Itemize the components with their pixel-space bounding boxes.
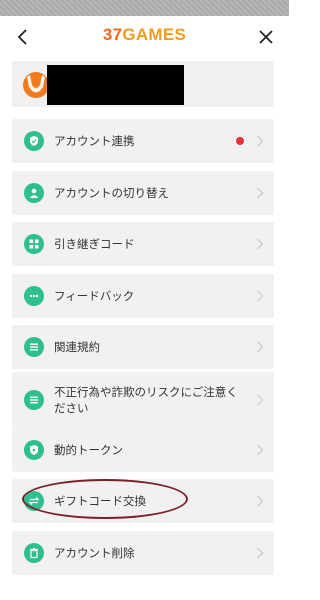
chevron-right-icon <box>257 135 264 147</box>
menu-item-account-switch[interactable]: アカウントの切り替え <box>12 171 274 215</box>
menu-item-label: ギフトコード交換 <box>54 494 146 508</box>
menu-item-label: 関連規約 <box>54 340 100 354</box>
status-bar <box>0 0 289 16</box>
chat-dots-icon <box>24 286 44 306</box>
header: 37GAMES <box>0 16 289 58</box>
list-icon <box>24 337 44 357</box>
chevron-right-icon <box>257 187 264 199</box>
menu-item-terms[interactable]: 関連規約 <box>12 325 274 369</box>
chevron-right-icon <box>257 444 264 456</box>
menu-item-account-link[interactable]: アカウント連携 <box>12 119 274 163</box>
list-icon <box>24 390 44 410</box>
chevron-right-icon <box>257 238 264 250</box>
chevron-right-icon <box>257 547 264 559</box>
close-button[interactable] <box>253 24 279 50</box>
profile-card[interactable] <box>12 61 274 107</box>
user-icon <box>24 183 44 203</box>
close-icon <box>259 30 273 44</box>
shield-check-icon <box>24 131 44 151</box>
avatar <box>23 72 49 98</box>
menu-item-label: アカウントの切り替え <box>54 186 169 200</box>
chevron-right-icon <box>257 495 264 507</box>
menu-item-dynamic-token[interactable]: 動的トークン <box>12 428 274 472</box>
trash-icon <box>24 543 44 563</box>
menu-item-transfer-code[interactable]: 引き継ぎコード <box>12 222 274 266</box>
menu-item-label: フィードバック <box>54 289 135 303</box>
chevron-right-icon <box>257 290 264 302</box>
menu-item-label: アカウント削除 <box>54 546 135 560</box>
exchange-icon <box>24 491 44 511</box>
redacted-username <box>47 65 184 105</box>
logo-number: 37 <box>102 25 123 44</box>
menu-item-label: 不正行為や詐欺のリスクにご注意ください <box>54 385 238 415</box>
menu-item-label: 引き継ぎコード <box>54 237 135 251</box>
shield-icon <box>24 440 44 460</box>
logo-word: GAMES <box>122 25 187 44</box>
menu-item-fraud-warning[interactable]: 不正行為や詐欺のリスクにご注意ください <box>12 372 274 428</box>
menu-item-gift-code[interactable]: ギフトコード交換 <box>12 479 274 523</box>
menu-item-label: 動的トークン <box>54 443 123 457</box>
menu-item-label: アカウント連携 <box>54 134 135 148</box>
menu-item-delete-account[interactable]: アカウント削除 <box>12 531 274 575</box>
menu-item-feedback[interactable]: フィードバック <box>12 274 274 318</box>
grid-icon <box>24 234 44 254</box>
notification-badge <box>236 137 244 145</box>
chevron-right-icon <box>257 341 264 353</box>
chevron-right-icon <box>257 394 264 406</box>
app-logo: 37GAMES <box>0 25 289 45</box>
